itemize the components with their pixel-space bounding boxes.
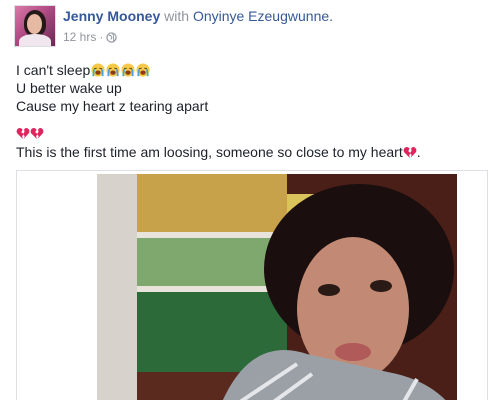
meta-separator: · <box>99 30 104 44</box>
feed-post: Jenny Mooney with Onyinye Ezeugwunne. 12… <box>0 0 504 400</box>
photo-lips <box>335 343 371 361</box>
author-avatar[interactable] <box>14 5 56 47</box>
post-line-3: Cause my heart z tearing apart <box>16 97 208 115</box>
photo-scene <box>97 174 457 400</box>
loudly-crying-face-icon <box>106 63 120 77</box>
post-header: Jenny Mooney with Onyinye Ezeugwunne. <box>63 8 333 24</box>
author-name-link[interactable]: Jenny Mooney <box>63 8 160 24</box>
broken-heart-icon <box>403 147 417 159</box>
avatar-shirt <box>19 34 51 46</box>
shelf-cans-top <box>137 174 287 234</box>
broken-heart-icon <box>30 128 44 140</box>
photo-eye-left <box>318 284 340 296</box>
broken-heart-icon <box>16 128 30 140</box>
post-line-1: I can't sleep <box>16 61 150 79</box>
post-text-line-5: This is the first time am loosing, someo… <box>16 144 403 160</box>
photo-eye-right <box>370 280 392 292</box>
post-line-5: This is the first time am loosing, someo… <box>16 143 421 161</box>
post-photo[interactable] <box>97 174 457 400</box>
post-text-line-1: I can't sleep <box>16 62 91 78</box>
loudly-crying-face-icon <box>121 63 135 77</box>
post-photo-frame[interactable] <box>16 170 488 400</box>
post-text-line-2: U better wake up <box>16 80 122 96</box>
post-meta: 12 hrs · <box>63 30 118 44</box>
globe-icon[interactable] <box>106 31 118 43</box>
post-text-line-3: Cause my heart z tearing apart <box>16 98 209 114</box>
post-text-period: . <box>416 144 421 160</box>
avatar-face <box>27 14 42 34</box>
with-label: with <box>164 8 190 24</box>
shelf-board-1 <box>137 232 287 238</box>
post-line-2: U better wake up <box>16 79 122 97</box>
photo-wall <box>97 174 137 400</box>
loudly-crying-face-icon <box>91 63 105 77</box>
post-line-4 <box>16 124 44 142</box>
timestamp-link[interactable]: 12 hrs <box>63 30 96 44</box>
tagged-user-link[interactable]: Onyinye Ezeugwunne. <box>193 8 333 24</box>
loudly-crying-face-icon <box>136 63 150 77</box>
shelf-board-2 <box>137 286 287 292</box>
